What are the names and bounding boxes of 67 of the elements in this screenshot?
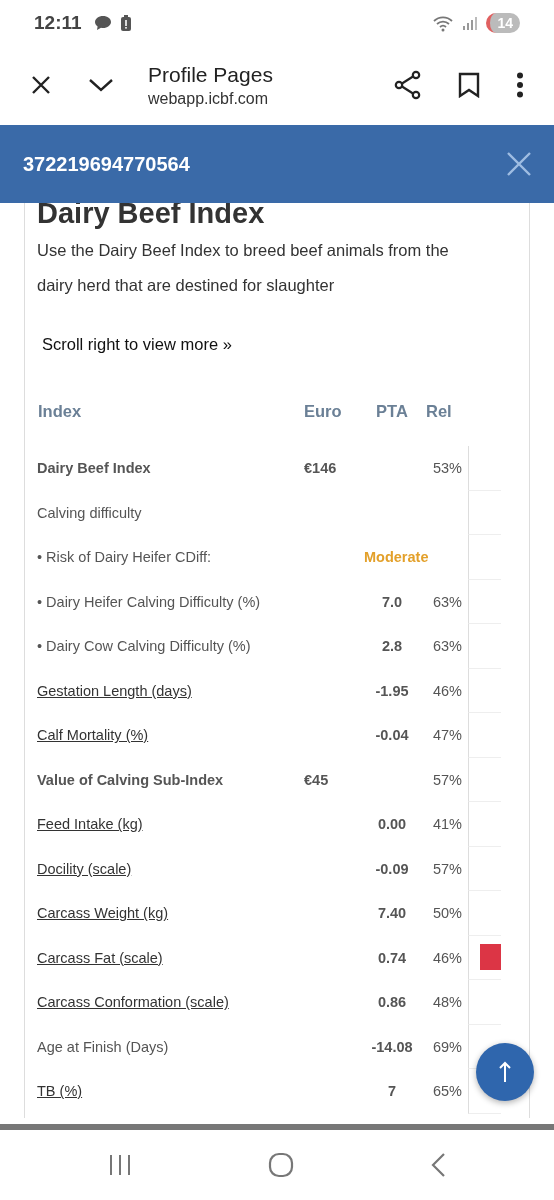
trait-link[interactable]: Docility (scale) bbox=[37, 860, 304, 877]
status-time: 12:11 bbox=[34, 11, 82, 34]
rel-value: 57% bbox=[432, 771, 462, 788]
rel-value: 46% bbox=[432, 682, 462, 699]
trait-link[interactable]: Carcass Weight (kg) bbox=[37, 905, 304, 922]
column-header: Euro bbox=[304, 401, 343, 421]
pta-value: 0.00 bbox=[377, 816, 407, 833]
pta-value: -0.09 bbox=[375, 860, 409, 877]
trait-link[interactable]: Carcass Fat (scale) bbox=[37, 949, 304, 966]
row-label: Dairy Beef Index bbox=[37, 460, 152, 477]
rel-value: 63% bbox=[432, 638, 462, 655]
dialog-title: 372219694770564 bbox=[23, 152, 190, 176]
scroll-top-button[interactable] bbox=[476, 1043, 534, 1101]
alert-battery-icon bbox=[119, 13, 132, 32]
rel-value: 46% bbox=[432, 949, 462, 966]
share-icon[interactable] bbox=[394, 70, 422, 100]
rel-value: 48% bbox=[432, 994, 462, 1011]
pta-value: -14.08 bbox=[371, 1038, 413, 1055]
pta-value: 7 bbox=[387, 1083, 397, 1100]
row-label: Calving difficulty bbox=[37, 504, 143, 521]
pta-value: -1.95 bbox=[375, 682, 409, 699]
recent-apps-icon[interactable] bbox=[108, 1154, 132, 1176]
pta-value: 7.0 bbox=[381, 593, 403, 610]
pta-value: -0.04 bbox=[375, 727, 409, 744]
scroll-hint: Scroll right to view more » bbox=[42, 335, 233, 354]
risk-level: Moderate bbox=[364, 549, 429, 566]
rel-value: 47% bbox=[432, 727, 462, 744]
trait-link[interactable]: Calf Mortality (%) bbox=[37, 727, 304, 744]
pta-value: 0.86 bbox=[377, 994, 407, 1011]
close-icon[interactable] bbox=[30, 74, 52, 96]
rel-value: 41% bbox=[432, 816, 462, 833]
battery-level: 14 bbox=[486, 12, 520, 33]
section-description: Use the Dairy Beef Index to breed beef animals from the dairy herd that are destined for slaughter bbox=[37, 240, 450, 296]
flag-marker bbox=[480, 944, 501, 971]
rel-value: 65% bbox=[432, 1083, 462, 1100]
chevron-down-icon[interactable] bbox=[88, 77, 114, 93]
page-title: Profile Pages bbox=[148, 62, 274, 87]
home-icon[interactable] bbox=[268, 1152, 294, 1178]
euro-value: €45 bbox=[304, 771, 329, 788]
trait-link[interactable]: TB (%) bbox=[37, 1083, 304, 1100]
page-url: webapp.icbf.com bbox=[148, 89, 270, 108]
signal-icon bbox=[462, 14, 479, 31]
bookmark-icon[interactable] bbox=[458, 72, 480, 98]
rel-value: 69% bbox=[432, 1038, 462, 1055]
rel-value: 57% bbox=[432, 860, 462, 877]
pta-value: 2.8 bbox=[381, 638, 403, 655]
pta-value: 0.74 bbox=[377, 949, 407, 966]
row-label: • Dairy Cow Calving Difficulty (%) bbox=[37, 638, 252, 655]
row-label: • Dairy Heifer Calving Difficulty (%) bbox=[37, 593, 262, 610]
column-header: Rel bbox=[425, 401, 453, 421]
row-label: Value of Calving Sub-Index bbox=[37, 771, 225, 788]
row-label: Age at Finish (Days) bbox=[37, 1038, 170, 1055]
trait-link[interactable]: Gestation Length (days) bbox=[37, 682, 304, 699]
more-options-icon[interactable] bbox=[516, 72, 524, 98]
rel-value: 63% bbox=[432, 593, 462, 610]
pta-value: 7.40 bbox=[377, 905, 407, 922]
rel-value: 53% bbox=[432, 460, 462, 477]
euro-value: €146 bbox=[304, 460, 337, 477]
column-header: PTA bbox=[375, 401, 409, 421]
column-header: Index bbox=[37, 401, 83, 421]
arrow-up-icon bbox=[499, 1061, 511, 1083]
trait-link[interactable]: Carcass Conformation (scale) bbox=[37, 994, 304, 1011]
chat-bubble-icon bbox=[93, 14, 112, 31]
trait-link[interactable]: Feed Intake (kg) bbox=[37, 816, 304, 833]
row-label: • Risk of Dairy Heifer CDiff: bbox=[37, 549, 212, 566]
rel-value: 50% bbox=[432, 905, 462, 922]
back-icon[interactable] bbox=[430, 1152, 446, 1178]
